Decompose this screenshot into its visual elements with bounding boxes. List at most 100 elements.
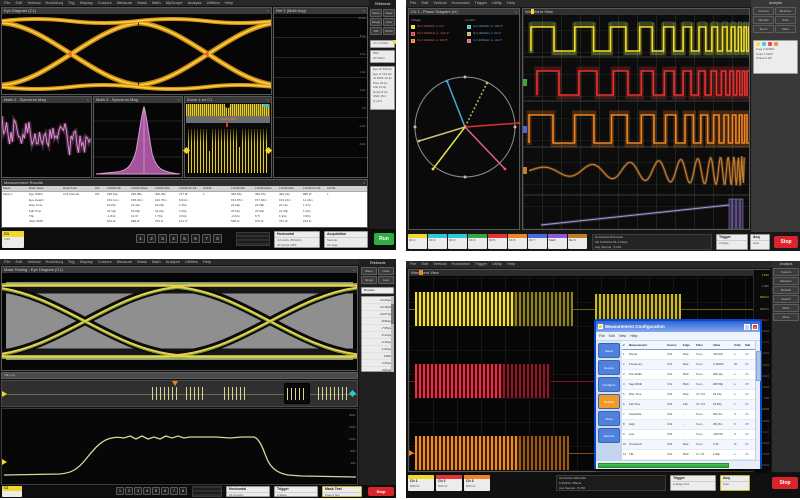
channel-badge[interactable]: Ch 3 (448, 234, 467, 249)
cursor-diamond-teal[interactable] (349, 390, 356, 397)
side-button[interactable]: Single (361, 276, 377, 284)
measurement-config-dialog[interactable]: Measurement Configuration _ × FileEditVi… (594, 319, 762, 469)
trigger-badge[interactable]: TriggerA Edge Ch1 (670, 475, 716, 491)
menu-item[interactable]: Math (152, 0, 161, 6)
menu-item[interactable]: Cursors (98, 0, 112, 6)
list-item[interactable]: -14.29ps (362, 297, 393, 304)
side-button[interactable]: Zoom (753, 25, 774, 33)
results-chip[interactable]: Results (361, 287, 394, 294)
menu-item[interactable]: Analyze (166, 259, 180, 265)
menu-item[interactable]: Measure (117, 259, 133, 265)
page-button[interactable]: 3 (134, 487, 142, 495)
dialog-table-row[interactable]: 4Neg WidthCh1Both None208.56ps Off (622, 380, 755, 390)
channel-badge[interactable]: C1 1.0V (2, 231, 24, 248)
channel-marker-blue[interactable] (523, 126, 527, 133)
menu-item[interactable]: Measure (117, 0, 133, 6)
page-button[interactable]: 6 (161, 487, 169, 495)
mask-test-panel[interactable]: Mask TestPass 0 hits (322, 486, 362, 497)
menu-item[interactable]: File (410, 261, 416, 268)
trigger-position-marker[interactable] (531, 9, 534, 14)
dialog-table-row[interactable]: 8HighCh3- None251.8mV Off (622, 420, 755, 430)
run-button[interactable]: Run (374, 233, 394, 245)
dialog-nav-button[interactable]: Select (598, 343, 620, 358)
menu-item[interactable]: Display (80, 259, 93, 265)
channel-badge[interactable]: Ch 3 500mV (464, 475, 490, 491)
page-button[interactable]: 2 (147, 234, 156, 243)
legend-entry[interactable]: Ia 2.400GHz ∠ 104.6° (467, 23, 521, 30)
page-button[interactable]: 4 (143, 487, 151, 495)
marker-triangle-orange[interactable] (172, 381, 178, 386)
menu-item[interactable]: Edit (421, 261, 428, 268)
menu-item[interactable]: Mask (137, 259, 147, 265)
page-button[interactable]: 7 (202, 234, 211, 243)
dialog-table-row[interactable]: 10OvershootCh3Rise None3.42% On (622, 440, 755, 450)
phase-panel-titlebar[interactable]: Ch 1 - Phase Diagram (f1)× (409, 9, 519, 15)
list-item[interactable]: 3.81ps (362, 367, 393, 372)
list-item[interactable]: -1.62ps (362, 346, 393, 353)
menu-item[interactable]: File (410, 0, 416, 7)
stop-button[interactable]: Stop (774, 236, 798, 248)
page-button[interactable]: 5 (152, 487, 160, 495)
channel-badge[interactable]: Ch 1 500mV (408, 475, 434, 491)
scrollbar[interactable] (391, 296, 394, 372)
dialog-scrollbar[interactable] (755, 341, 760, 460)
menu-item[interactable]: Trig (68, 259, 75, 265)
channel-marker-green[interactable] (523, 79, 527, 86)
channel-badge[interactable]: Ch 7 (528, 234, 547, 249)
dialog-menu-item[interactable]: File (599, 334, 605, 338)
trigger-panel[interactable]: TriggerA Edge (274, 486, 318, 497)
side-button[interactable]: Results (773, 286, 799, 294)
menu-item[interactable]: Cursors (98, 259, 112, 265)
menu-item[interactable]: Help (225, 0, 233, 6)
input-readout[interactable]: 50Ω20.0GHz (370, 50, 395, 63)
dialog-table-row[interactable]: 7AmplitudeCh2- None502.3mV On (622, 410, 755, 420)
side-button[interactable]: Clear (383, 9, 395, 17)
side-button[interactable]: Menu (361, 267, 377, 275)
page-button[interactable]: 3 (158, 234, 167, 243)
zoom-factor-bar[interactable]: Zoom: 50X (186, 116, 270, 123)
horizontal-console[interactable]: Horizontal 400ns/div6.25GS/s 25kptsAcq S… (556, 475, 666, 491)
side-button[interactable]: Plots (773, 304, 799, 312)
side-button[interactable]: Auto (383, 18, 395, 26)
menu-item[interactable]: Edit (421, 0, 428, 7)
menu-item[interactable]: Edit (15, 259, 22, 265)
dialog-scrollbar-thumb[interactable] (756, 351, 761, 381)
side-button[interactable]: More (773, 313, 799, 321)
side-button[interactable]: Single (370, 18, 382, 26)
channel-badge[interactable]: Ref 1 (568, 234, 587, 249)
page-button[interactable]: 1 (116, 487, 124, 495)
dialog-nav-button[interactable]: Configure (598, 377, 620, 392)
menu-item[interactable]: Trigger (475, 261, 488, 268)
menu-item[interactable]: Mask (137, 0, 147, 6)
side-button[interactable]: More (775, 25, 796, 33)
list-item[interactable]: -12.48ps (362, 304, 393, 311)
channel-arrow-yellow[interactable] (2, 391, 7, 397)
dialog-table-row[interactable]: 11TIECh1Both LP 1M1.84ps On (622, 450, 755, 460)
dialog-table-row[interactable]: 6Fall TimeCh2Fall HP 10k23.66ps On (622, 400, 755, 410)
menu-item[interactable]: Utility (492, 261, 502, 268)
channel-badge[interactable]: Ch 5 (488, 234, 507, 249)
page-button[interactable]: 6 (191, 234, 200, 243)
dialog-table-row[interactable]: 3Pos WidthCh1Both None208.11ps On (622, 370, 755, 380)
scrollbar-thumb[interactable] (391, 304, 394, 324)
measurement-mini-table[interactable]: Freq 2.4000GAmpl 1.502VPhase 0.02° (753, 40, 798, 74)
menu-item[interactable]: MyScope (166, 0, 183, 6)
list-item[interactable]: 190fs (362, 353, 393, 360)
close-icon[interactable]: × (363, 180, 365, 186)
list-item[interactable]: -5.24ps (362, 332, 393, 339)
dialog-nav-button[interactable]: Reports (598, 428, 620, 443)
side-button[interactable]: Cursors (773, 268, 799, 276)
side-button[interactable]: Search (773, 295, 799, 303)
menu-item[interactable]: Horizontal (451, 0, 469, 7)
dialog-table-row[interactable]: 2FrequencyCh1Rise None2.4000GHz On (622, 360, 755, 370)
menu-item[interactable]: File (4, 0, 10, 6)
menu-item[interactable]: Help (203, 259, 211, 265)
menu-item[interactable]: Horiz/Acq (45, 0, 62, 6)
page-button[interactable]: 8 (213, 234, 222, 243)
legend-entry[interactable]: Vc 2.400GHz ∠ 119.8° (411, 37, 465, 44)
menu-item[interactable]: Edit (15, 0, 22, 6)
page-button[interactable]: 8 (179, 487, 187, 495)
channel-badge[interactable]: Ch 2 500mV (436, 475, 462, 491)
channel-arrow-yellow[interactable] (2, 459, 7, 465)
dialog-nav-button[interactable]: Results (598, 394, 620, 409)
